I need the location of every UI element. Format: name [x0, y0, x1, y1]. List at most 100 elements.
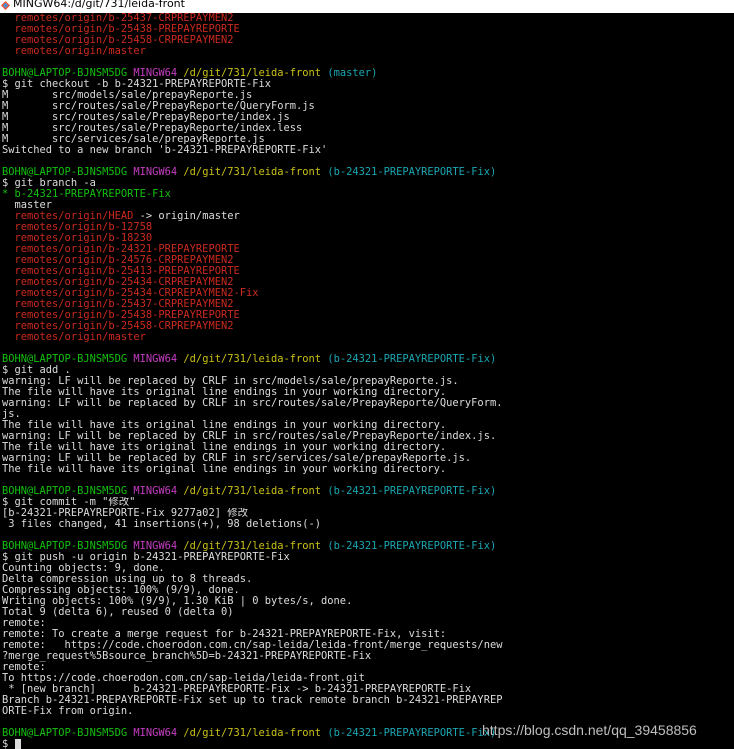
terminal-text: remotes/origin/b-24576-CRPREPAYMEN2	[2, 255, 234, 266]
terminal-text: remotes/origin/b-25434-CRPREPAYMEN2-Fix	[2, 288, 259, 299]
terminal-text: MINGW64	[133, 167, 184, 178]
terminal-text: 3 files changed, 41 insertions(+), 98 de…	[2, 519, 322, 530]
terminal-line: Counting objects: 9, done.	[2, 563, 732, 574]
terminal-line: $ git push -u origin b-24321-PREPAYREPOR…	[2, 552, 732, 563]
terminal-line: Total 9 (delta 6), reused 0 (delta 0)	[2, 607, 732, 618]
terminal-text: /d/git/731/leida-front	[183, 486, 328, 497]
terminal-text: remotes/origin/b-12758	[2, 222, 153, 233]
terminal-text: remotes/origin/b-25437-CRPREPAYMEN2	[2, 13, 234, 24]
terminal-text: $ git add .	[2, 365, 71, 376]
terminal-text: warning: LF will be replaced by CRLF in …	[2, 398, 503, 409]
terminal-text: remotes/origin/b-24321-PREPAYREPORTE	[2, 244, 240, 255]
terminal-line: js.	[2, 409, 732, 420]
terminal-line: BOHN@LAPTOP-BJNSM5DG MINGW64 /d/git/731/…	[2, 541, 732, 552]
terminal-text: (b-24321-PREPAYREPORTE-Fix)	[327, 167, 497, 178]
terminal-text: $ git branch -a	[2, 178, 96, 189]
terminal-text: MINGW64	[133, 68, 184, 79]
terminal-text: (b-24321-PREPAYREPORTE-Fix)	[327, 541, 497, 552]
terminal-text: MINGW64	[133, 728, 184, 739]
terminal-text: Writing objects: 100% (9/9), 1.30 KiB | …	[2, 596, 353, 607]
terminal-line: remotes/origin/b-25434-CRPREPAYMEN2	[2, 277, 732, 288]
terminal-line: The file will have its original line end…	[2, 420, 732, 431]
terminal-text: BOHN@LAPTOP-BJNSM5DG	[2, 167, 134, 178]
terminal-text: (b-24321-PREPAYREPORTE-Fix)	[327, 354, 497, 365]
terminal-text: MINGW64	[133, 486, 184, 497]
terminal-line: Compressing objects: 100% (9/9), done.	[2, 585, 732, 596]
terminal-text: * b-24321-PREPAYREPORTE-Fix	[2, 189, 171, 200]
terminal-text: remotes/origin/master	[2, 46, 146, 57]
terminal-output[interactable]: remotes/origin/b-25437-CRPREPAYMEN2 remo…	[0, 13, 734, 749]
terminal-line: Branch b-24321-PREPAYREPORTE-Fix set up …	[2, 695, 732, 706]
terminal-text: remote:	[2, 662, 46, 673]
terminal-line: $ git add .	[2, 365, 732, 376]
terminal-line: warning: LF will be replaced by CRLF in …	[2, 398, 732, 409]
terminal-text: The file will have its original line end…	[2, 442, 447, 453]
terminal-text: warning: LF will be replaced by CRLF in …	[2, 431, 497, 442]
terminal-line: remotes/origin/b-24321-PREPAYREPORTE	[2, 244, 732, 255]
terminal-line: remotes/origin/master	[2, 46, 732, 57]
terminal-line: BOHN@LAPTOP-BJNSM5DG MINGW64 /d/git/731/…	[2, 68, 732, 79]
terminal-line: Delta compression using up to 8 threads.	[2, 574, 732, 585]
terminal-text: MINGW64	[133, 354, 184, 365]
terminal-text: $ git checkout -b b-24321-PREPAYREPORTE-…	[2, 79, 271, 90]
terminal-line: $ git commit -m "修改"	[2, 497, 732, 508]
terminal-text: remotes/origin/b-25434-CRPREPAYMEN2	[2, 277, 234, 288]
terminal-text: remotes/origin/b-25458-CRPREPAYMEN2	[2, 321, 234, 332]
terminal-text: BOHN@LAPTOP-BJNSM5DG	[2, 354, 134, 365]
terminal-line: M src/routes/sale/PrepayReporte/index.js	[2, 112, 732, 123]
terminal-text: $ git commit -m "修改"	[2, 497, 136, 508]
terminal-text: /d/git/731/leida-front	[183, 68, 328, 79]
terminal-line: remotes/origin/b-25413-PREPAYREPORTE	[2, 266, 732, 277]
terminal-text: remote:	[2, 618, 46, 629]
terminal-line: remotes/origin/b-25434-CRPREPAYMEN2-Fix	[2, 288, 732, 299]
terminal-line: remote:	[2, 662, 732, 673]
git-bash-icon	[1, 1, 10, 10]
terminal-line: M src/routes/sale/PrepayReporte/QueryFor…	[2, 101, 732, 112]
terminal-line: M src/services/sale/prepayReporte.js	[2, 134, 732, 145]
watermark-text: https://blog.csdn.net/qq_39458856	[482, 722, 697, 738]
terminal-text: M src/routes/sale/PrepayReporte/QueryFor…	[2, 101, 315, 112]
terminal-line: The file will have its original line end…	[2, 442, 732, 453]
terminal-line: The file will have its original line end…	[2, 464, 732, 475]
terminal-text: (b-24321-PREPAYREPORTE-Fix)	[327, 728, 497, 739]
terminal-line: remotes/origin/b-25458-CRPREPAYMEN2	[2, 35, 732, 46]
terminal-line: remote: To create a merge request for b-…	[2, 629, 732, 640]
terminal-line: remotes/origin/b-25438-PREPAYREPORTE	[2, 24, 732, 35]
terminal-text: * [new branch] b-24321-PREPAYREPORTE-Fix…	[2, 684, 472, 695]
terminal-text: remotes/origin/b-18230	[2, 233, 153, 244]
terminal-text: Branch b-24321-PREPAYREPORTE-Fix set up …	[2, 695, 503, 706]
terminal-line: remotes/origin/master	[2, 332, 732, 343]
terminal-text: Switched to a new branch 'b-24321-PREPAY…	[2, 145, 328, 156]
terminal-text: MINGW64	[133, 541, 184, 552]
terminal-text: warning: LF will be replaced by CRLF in …	[2, 376, 459, 387]
terminal-text: remote: https://code.choerodon.com.cn/sa…	[2, 640, 503, 651]
terminal-text: $	[2, 739, 15, 749]
terminal-text: ?merge_request%5Bsource_branch%5D=b-2432…	[2, 651, 372, 662]
terminal-text: (master)	[327, 68, 378, 79]
terminal-text: /d/git/731/leida-front	[183, 354, 328, 365]
terminal-text: BOHN@LAPTOP-BJNSM5DG	[2, 486, 134, 497]
terminal-text: /d/git/731/leida-front	[183, 541, 328, 552]
terminal-text: BOHN@LAPTOP-BJNSM5DG	[2, 541, 134, 552]
terminal-line: ?merge_request%5Bsource_branch%5D=b-2432…	[2, 651, 732, 662]
terminal-line: ORTE-Fix from origin.	[2, 706, 732, 717]
terminal-text: remotes/origin/b-25438-PREPAYREPORTE	[2, 310, 240, 321]
terminal-line: remotes/origin/b-12758	[2, 222, 732, 233]
terminal-text: Total 9 (delta 6), reused 0 (delta 0)	[2, 607, 234, 618]
terminal-text: M src/services/sale/prepayReporte.js	[2, 134, 265, 145]
terminal-line: * b-24321-PREPAYREPORTE-Fix	[2, 189, 732, 200]
terminal-text: remotes/origin/b-25458-CRPREPAYMEN2	[2, 35, 234, 46]
terminal-text: remotes/origin/b-25438-PREPAYREPORTE	[2, 24, 240, 35]
terminal-text: The file will have its original line end…	[2, 464, 447, 475]
terminal-line: remotes/origin/b-24576-CRPREPAYMEN2	[2, 255, 732, 266]
terminal-text: M src/routes/sale/PrepayReporte/index.le…	[2, 123, 303, 134]
terminal-text: remotes/origin/b-25413-PREPAYREPORTE	[2, 266, 240, 277]
terminal-cursor	[14, 739, 21, 749]
terminal-line: $	[2, 739, 732, 749]
terminal-text: M src/routes/sale/PrepayReporte/index.js	[2, 112, 290, 123]
terminal-text: remotes/origin/b-25437-CRPREPAYMEN2	[2, 299, 234, 310]
terminal-text: BOHN@LAPTOP-BJNSM5DG	[2, 728, 134, 739]
window-titlebar[interactable]: MINGW64:/d/git/731/leida-front	[0, 0, 734, 13]
terminal-line: [b-24321-PREPAYREPORTE-Fix 9277a02] 修改	[2, 508, 732, 519]
